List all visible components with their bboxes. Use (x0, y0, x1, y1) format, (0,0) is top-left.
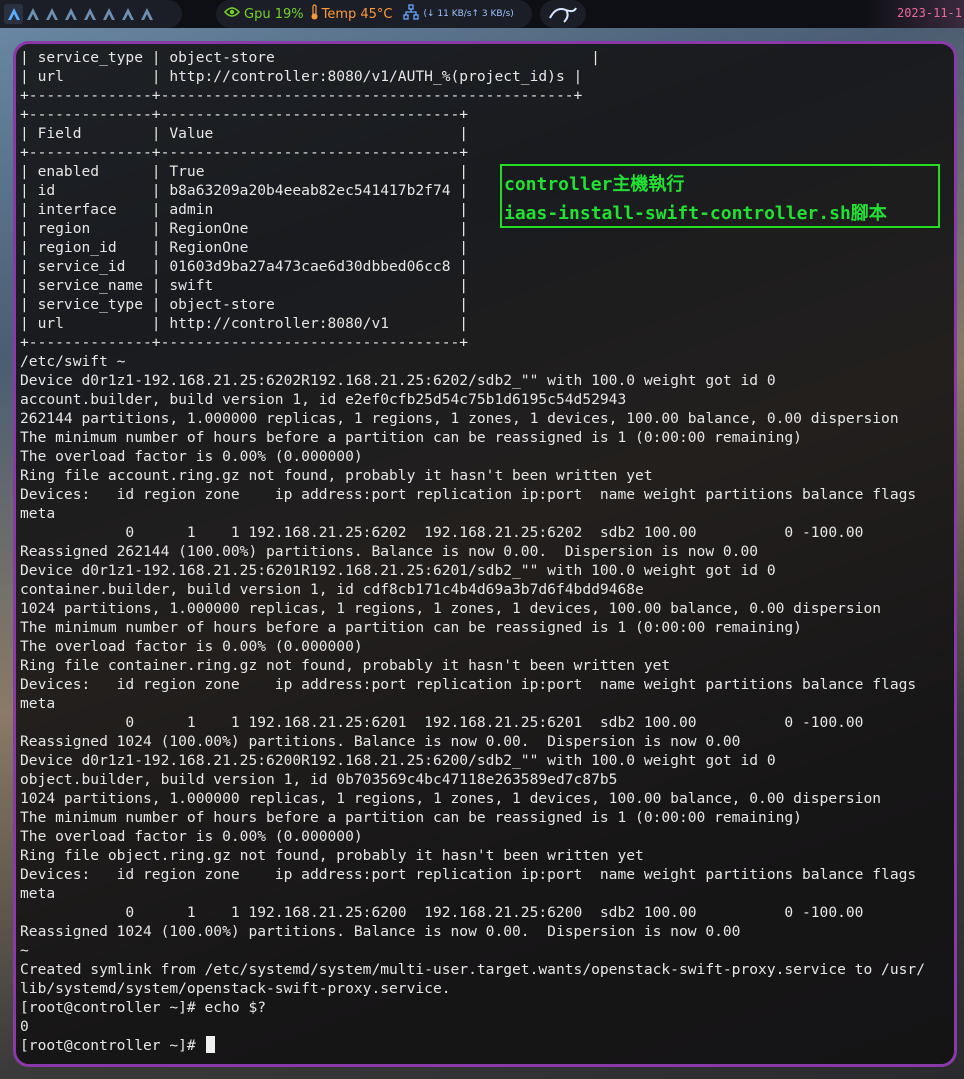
terminal-line: 262144 partitions, 1.000000 replicas, 1 … (20, 410, 899, 427)
terminal-line: [root@controller ~]# echo $? (20, 999, 267, 1016)
terminal-line: Reassigned 262144 (100.00%) partitions. … (20, 543, 759, 560)
terminal-line: /etc/swift ~ (20, 353, 126, 370)
terminal-line: | region_id | RegionOne | (20, 239, 469, 256)
terminal-line: | Field | Value | (20, 125, 469, 142)
terminal-line: 0 1 1 192.168.21.25:6201 192.168.21.25:6… (20, 714, 864, 731)
workspace-5-icon[interactable] (80, 4, 99, 24)
temperature-label: Temp 45°C (321, 6, 393, 22)
terminal-line: Reassigned 1024 (100.00%) partitions. Ba… (20, 923, 741, 940)
terminal-line: container.builder, build version 1, id c… (20, 581, 644, 598)
temp-stat: Temp 45°C (310, 4, 393, 24)
prompt-line[interactable]: [root@controller ~]# (20, 1036, 925, 1055)
workspace-4-icon[interactable] (61, 4, 80, 24)
terminal-line: lib/systemd/system/openstack-swift-proxy… (20, 980, 451, 997)
workspace-7-icon[interactable] (118, 4, 137, 24)
gpu-stat: Gpu 19% (223, 6, 304, 22)
terminal-line: meta (20, 695, 56, 712)
kali-dragon-icon[interactable] (540, 0, 586, 28)
workspace-switcher (0, 0, 182, 28)
terminal-line: 0 (20, 1018, 29, 1035)
thermometer-icon (310, 4, 319, 24)
terminal-line: The overload factor is 0.00% (0.000000) (20, 448, 363, 465)
workspace-2-icon[interactable] (23, 4, 42, 24)
terminal-line: | service_name | swift | (20, 277, 469, 294)
terminal-line: ~ (20, 942, 29, 959)
terminal-line: 0 1 1 192.168.21.25:6200 192.168.21.25:6… (20, 904, 864, 921)
terminal-line: The overload factor is 0.00% (0.000000) (20, 638, 363, 655)
network-rate-label: (↓ 11 KB/s↑ 3 KB/s) (423, 9, 514, 19)
terminal-line: meta (20, 885, 56, 902)
terminal-line: Device d0r1z1-192.168.21.25:6201R192.168… (20, 562, 776, 579)
terminal-line: +--------------+------------------------… (20, 334, 469, 351)
shell-prompt: [root@controller ~]# (20, 1037, 205, 1054)
terminal-line: Devices: id region zone ip address:port … (20, 486, 917, 503)
terminal-line: +--------------+------------------------… (20, 106, 469, 123)
terminal-line: Devices: id region zone ip address:port … (20, 866, 917, 883)
network-stat: (↓ 11 KB/s↑ 3 KB/s) (402, 4, 514, 24)
terminal-line: Devices: id region zone ip address:port … (20, 676, 917, 693)
terminal-line: object.builder, build version 1, id 0b70… (20, 771, 618, 788)
terminal-line: | url | http://controller:8080/v1 | (20, 315, 469, 332)
terminal-line: The minimum number of hours before a par… (20, 619, 802, 636)
terminal-line: Ring file object.ring.gz not found, prob… (20, 847, 644, 864)
terminal-line: 1024 partitions, 1.000000 replicas, 1 re… (20, 600, 882, 617)
workspace-8-icon[interactable] (137, 4, 156, 24)
clock-area: 2023-11-1 (860, 0, 964, 28)
terminal-line: account.builder, build version 1, id e2e… (20, 391, 627, 408)
terminal-line: The minimum number of hours before a par… (20, 429, 802, 446)
terminal-line: | service_type | object-store | (20, 49, 600, 66)
gpu-usage-label: Gpu 19% (244, 6, 304, 22)
terminal-line: Ring file account.ring.gz not found, pro… (20, 467, 653, 484)
terminal-line: Reassigned 1024 (100.00%) partitions. Ba… (20, 733, 741, 750)
terminal-line: Ring file container.ring.gz not found, p… (20, 657, 671, 674)
terminal-line: Device d0r1z1-192.168.21.25:6200R192.168… (20, 752, 776, 769)
workspace-1-icon[interactable] (4, 4, 23, 24)
nvidia-icon (223, 6, 241, 22)
clock[interactable]: 2023-11-1 (897, 6, 962, 20)
annotation-box: controller主機執行 iaas-install-swift-contro… (500, 164, 940, 228)
text-cursor (205, 1036, 215, 1053)
terminal-line: +--------------+------------------------… (20, 87, 583, 104)
terminal-line: The minimum number of hours before a par… (20, 809, 802, 826)
terminal-line: | service_id | 01603d9ba27a473cae6d30dbb… (20, 258, 469, 275)
system-stats: Gpu 19% Temp 45°C (↓ 11 KB/s↑ 3 KB/s) (216, 0, 532, 28)
annotation-line-2: iaas-install-swift-controller.sh腳本 (504, 203, 887, 224)
annotation-line-1: controller主機執行 (504, 174, 685, 195)
terminal-line: | service_type | object-store | (20, 296, 469, 313)
network-icon (402, 4, 419, 24)
workspace-3-icon[interactable] (42, 4, 61, 24)
terminal-line: Created symlink from /etc/systemd/system… (20, 961, 925, 978)
terminal-line: The overload factor is 0.00% (0.000000) (20, 828, 363, 845)
terminal-line: | url | http://controller:8080/v1/AUTH_%… (20, 68, 583, 85)
top-panel: Gpu 19% Temp 45°C (↓ 11 KB/s↑ 3 KB/s) 20… (0, 0, 964, 28)
terminal-line: meta (20, 505, 56, 522)
terminal-line: 1024 partitions, 1.000000 replicas, 1 re… (20, 790, 882, 807)
terminal-line: Device d0r1z1-192.168.21.25:6202R192.168… (20, 372, 776, 389)
workspace-6-icon[interactable] (99, 4, 118, 24)
terminal-window[interactable]: | service_type | object-store | | url | h… (13, 41, 957, 1067)
terminal-line: 0 1 1 192.168.21.25:6202 192.168.21.25:6… (20, 524, 864, 541)
terminal-line: +--------------+------------------------… (20, 144, 469, 161)
